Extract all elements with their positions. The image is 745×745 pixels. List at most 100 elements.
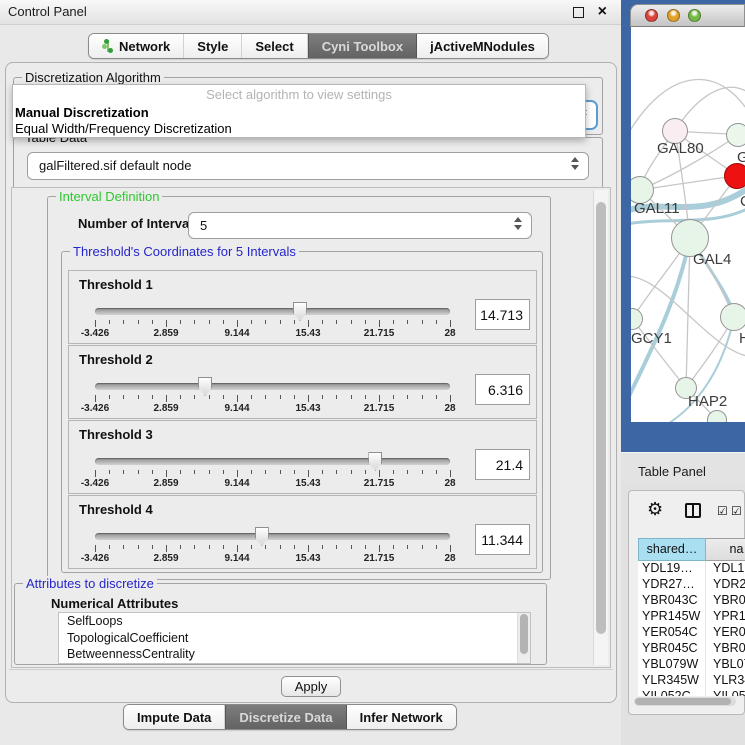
bottom-tab-infer-network[interactable]: Infer Network (347, 705, 456, 729)
tick-mark (379, 320, 380, 327)
horizontal-scrollbar-thumb[interactable] (635, 698, 731, 705)
table-row[interactable]: YBL079WYBL07 (638, 657, 745, 673)
network-node[interactable] (726, 123, 745, 147)
table-row[interactable]: YER054CYER05 (638, 625, 745, 641)
slider-thumb[interactable] (198, 377, 212, 396)
table-row[interactable]: YIL052CYIL05 (638, 689, 745, 696)
tick-mark (95, 470, 96, 477)
column-header-na[interactable]: na (706, 538, 745, 561)
slider-track[interactable] (95, 458, 450, 465)
network-window-titlebar[interactable] (630, 4, 745, 27)
tick-mark (450, 395, 451, 402)
close-icon[interactable]: × (598, 2, 607, 22)
threshold-value-field[interactable]: 14.713 (475, 299, 530, 330)
tick-mark (152, 545, 153, 549)
tick-label: 2.859 (153, 553, 178, 564)
checkbox-icon[interactable]: ☑ (731, 504, 742, 518)
split-view-icon[interactable] (685, 503, 701, 518)
list-scrollbar[interactable] (517, 613, 530, 663)
table-row[interactable]: YBR043CYBR04 (638, 593, 745, 609)
number-of-intervals-combobox[interactable]: 5 (188, 212, 532, 239)
tick-mark (393, 545, 394, 549)
tab-label: Select (255, 39, 293, 54)
tick-mark (194, 320, 195, 324)
threshold-value-field[interactable]: 11.344 (475, 524, 530, 555)
tab-style[interactable]: Style (184, 34, 242, 58)
threshold-panel-4: Threshold 4-3.4262.8599.14415.4321.71528… (68, 495, 537, 569)
slider-ticks (95, 320, 450, 328)
tick-label: 15.43 (295, 328, 320, 339)
tick-mark (166, 545, 167, 552)
threshold-value-field[interactable]: 21.4 (475, 449, 530, 480)
tab-label: Infer Network (360, 710, 443, 725)
list-item[interactable]: BetweennessCentrality (59, 646, 530, 663)
thresholds-group-title: Threshold's Coordinates for 5 Intervals (70, 244, 299, 259)
tick-mark (294, 395, 295, 399)
tick-label: 2.859 (153, 403, 178, 414)
control-panel-title: Control Panel (8, 4, 87, 19)
float-window-icon[interactable] (573, 7, 584, 18)
algorithm-option-manual[interactable]: Manual Discretization (13, 105, 585, 121)
table-row[interactable]: YDL19…YDL1 (638, 561, 745, 577)
tick-mark (223, 320, 224, 324)
network-node[interactable] (720, 303, 745, 331)
table-row[interactable]: YPR145WYPR14 (638, 609, 745, 625)
checkbox-icon[interactable]: ☑ (717, 504, 728, 518)
gear-icon[interactable]: ⚙ (647, 499, 663, 520)
slider-thumb[interactable] (368, 452, 382, 471)
tick-label: 28 (444, 478, 455, 489)
slider-track[interactable] (95, 308, 450, 315)
tab-jactivemnodules[interactable]: jActiveMNodules (417, 34, 548, 58)
table-row[interactable]: YDR27…YDR2 (638, 577, 745, 593)
tab-label: Cyni Toolbox (322, 39, 403, 54)
slider-thumb[interactable] (293, 302, 307, 321)
table-row[interactable]: YLR345WYLR34 (638, 673, 745, 689)
list-scrollbar-thumb[interactable] (520, 614, 528, 654)
tick-mark (251, 395, 252, 399)
cell-name: YDR2 (706, 577, 745, 593)
threshold-panel-3: Threshold 3-3.4262.8599.14415.4321.71528… (68, 420, 537, 494)
tick-mark (436, 395, 437, 399)
threshold-panel-1: Threshold 1-3.4262.8599.14415.4321.71528… (68, 270, 537, 344)
cell-name: YBR04 (706, 593, 745, 609)
column-header-shared-[interactable]: shared… (638, 538, 706, 561)
slider-thumb[interactable] (255, 527, 269, 546)
tick-mark (138, 545, 139, 549)
algorithm-option-equal-width[interactable]: Equal Width/Frequency Discretization (13, 121, 585, 137)
vertical-scrollbar-thumb[interactable] (596, 202, 606, 634)
tick-mark (251, 320, 252, 324)
cyni-toolbox-panel: Discretization Algorithm Table Data galF… (5, 62, 617, 703)
network-canvas[interactable]: GAL80GACGAL11GAL4GCY1HHAP2 (631, 27, 745, 422)
zoom-traffic-light[interactable] (688, 9, 701, 22)
tick-mark (280, 320, 281, 324)
threshold-label: Threshold 1 (79, 277, 153, 292)
tick-mark (308, 320, 309, 327)
tab-network[interactable]: Network (89, 34, 184, 58)
cell-name: YPR14 (706, 609, 745, 625)
minimize-traffic-light[interactable] (667, 9, 680, 22)
horizontal-scrollbar[interactable] (634, 697, 736, 706)
table-data-combobox[interactable]: galFiltered.sif default node (27, 152, 589, 180)
tick-mark (251, 545, 252, 549)
network-node[interactable] (724, 163, 745, 189)
tick-mark (166, 395, 167, 402)
slider-track[interactable] (95, 383, 450, 390)
slider-track[interactable] (95, 533, 450, 540)
threshold-value-field[interactable]: 6.316 (475, 374, 530, 405)
tab-cyni-toolbox[interactable]: Cyni Toolbox (308, 34, 417, 58)
apply-button[interactable]: Apply (281, 676, 341, 697)
vertical-scrollbar[interactable] (593, 190, 608, 665)
tick-mark (109, 395, 110, 399)
tick-label: 9.144 (224, 403, 249, 414)
close-traffic-light[interactable] (645, 9, 658, 22)
tick-mark (152, 470, 153, 474)
list-item[interactable]: SelfLoops (59, 613, 530, 630)
tick-mark (109, 320, 110, 324)
table-row[interactable]: YBR045CYBR04 (638, 641, 745, 657)
tab-select[interactable]: Select (242, 34, 307, 58)
bottom-tab-discretize-data[interactable]: Discretize Data (225, 705, 346, 729)
list-item[interactable]: TopologicalCoefficient (59, 630, 530, 647)
cell-shared-name: YBR043C (638, 593, 706, 609)
bottom-tab-impute-data[interactable]: Impute Data (124, 705, 225, 729)
numerical-attributes-list[interactable]: SelfLoopsTopologicalCoefficientBetweenne… (58, 612, 531, 664)
